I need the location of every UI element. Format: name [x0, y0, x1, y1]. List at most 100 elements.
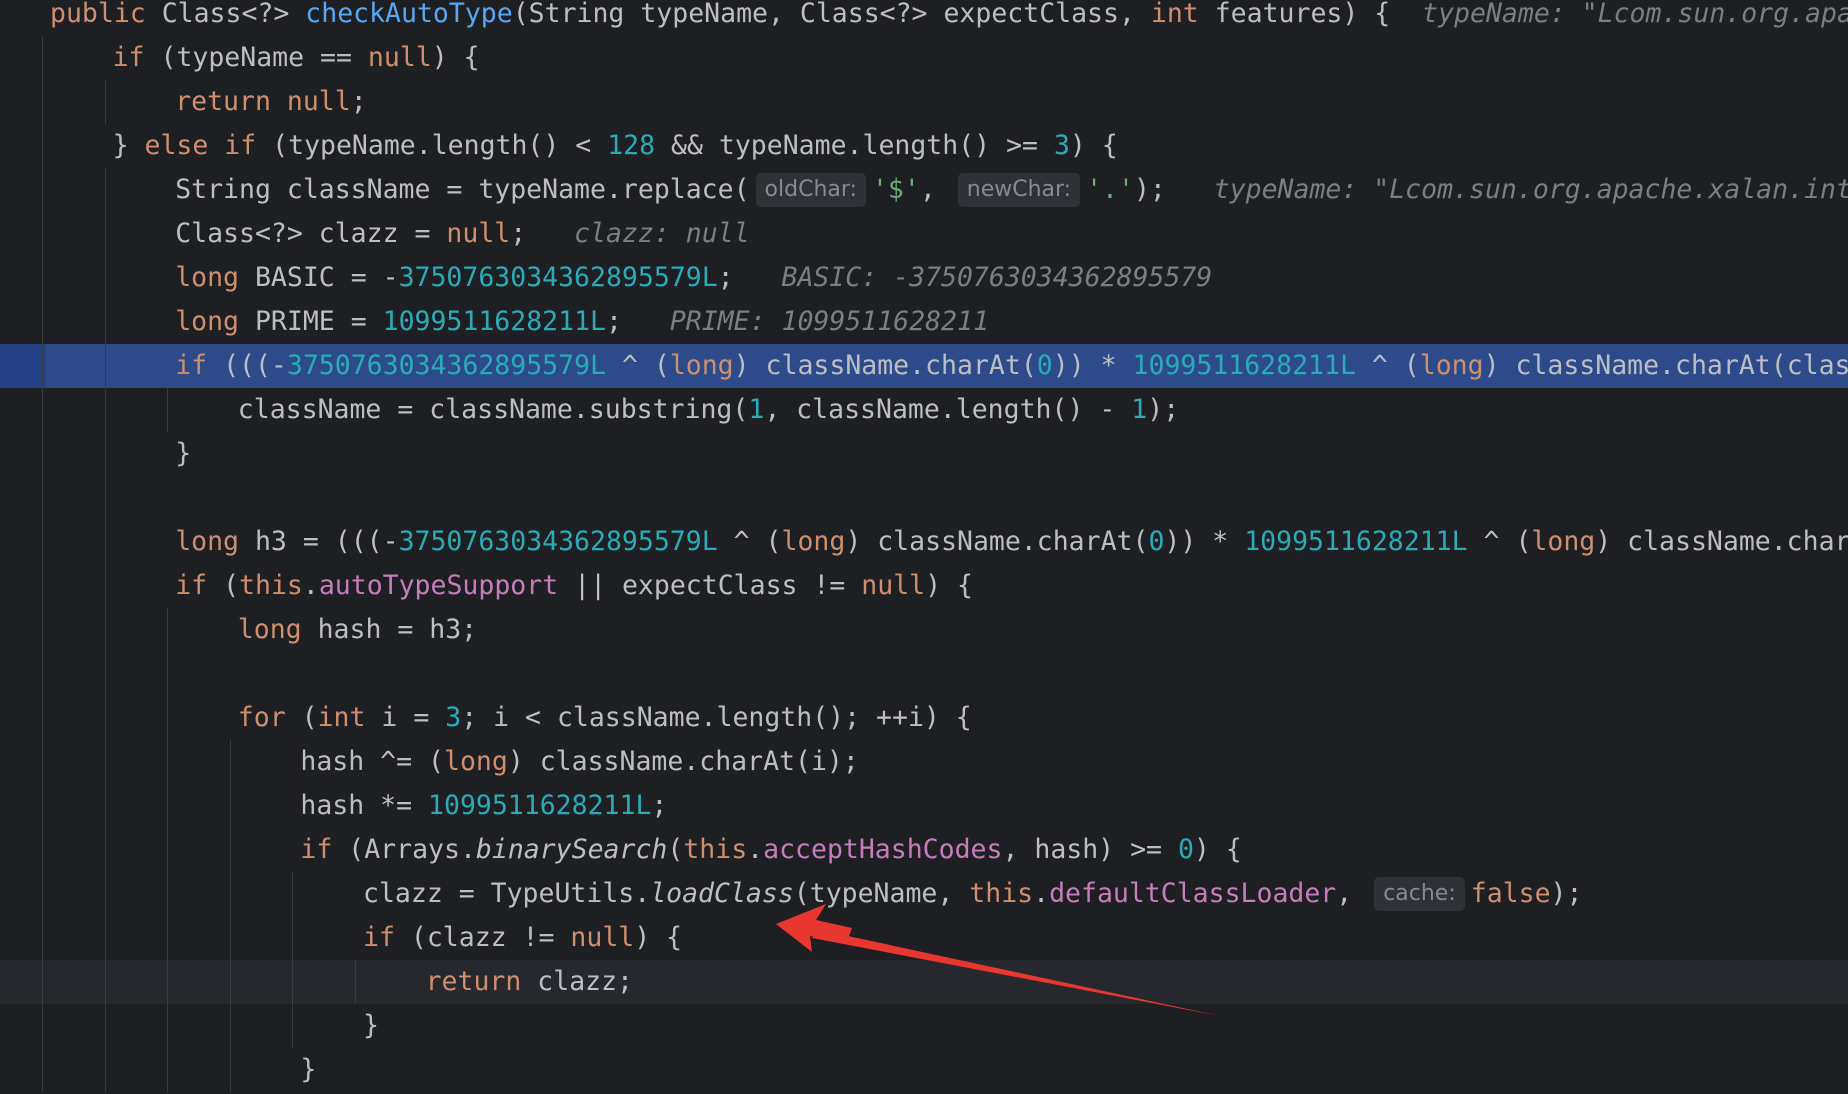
code-token: (typeName.length() < — [272, 130, 608, 161]
code-token: long — [175, 526, 255, 557]
code-text: } — [300, 1048, 316, 1092]
code-line[interactable]: public Class<?> checkAutoType(String typ… — [0, 0, 1848, 36]
code-token: , hash) >= — [1002, 834, 1178, 865]
code-token: if — [175, 350, 224, 381]
code-token: ) className.charAt(i); — [507, 746, 859, 777]
code-token: defaultClassLoader — [1049, 878, 1337, 909]
code-line[interactable]: clazz = TypeUtils.loadClass(typeName, th… — [0, 872, 1848, 916]
code-token: 1099511628211L — [1132, 350, 1356, 381]
code-token: Class<?> — [161, 0, 306, 29]
code-line[interactable]: } — [0, 1048, 1848, 1092]
code-token: hash *= — [300, 790, 429, 821]
code-token: checkAutoType — [305, 0, 513, 29]
code-line[interactable]: Class<?> clazz = null; clazz: null — [0, 212, 1848, 256]
parameter-name-hint: oldChar: — [755, 173, 866, 207]
code-token: ) { — [634, 922, 683, 953]
code-token: (clazz != — [410, 922, 571, 953]
code-token: } — [175, 438, 192, 469]
code-line[interactable]: if (Arrays.binarySearch(this.acceptHashC… — [0, 828, 1848, 872]
code-text: className = className.substring(1, class… — [238, 388, 1179, 432]
code-token: 1 — [1131, 394, 1148, 425]
code-text: long h3 = (((-3750763034362895579L ^ (lo… — [175, 520, 1848, 564]
code-token: if — [300, 834, 349, 865]
code-token: (typeName == — [160, 42, 368, 73]
code-text: long BASIC = -3750763034362895579L; BASI… — [175, 256, 1212, 300]
code-token: } — [300, 1054, 317, 1085]
code-line[interactable] — [0, 652, 1848, 696]
debug-inline-value: PRIME: 1099511628211 — [669, 306, 989, 337]
code-token: features) { — [1214, 0, 1423, 29]
code-token: long — [1531, 526, 1596, 557]
code-token: binarySearch — [475, 834, 668, 865]
code-line[interactable]: long hash = h3; — [0, 608, 1848, 652]
code-text: return null; — [175, 80, 366, 124]
code-token: long — [781, 526, 846, 557]
code-token: else if — [144, 130, 273, 161]
code-token: null — [446, 218, 511, 249]
code-text: hash ^= (long) className.charAt(i); — [300, 740, 858, 784]
code-text: clazz = TypeUtils.loadClass(typeName, th… — [363, 872, 1582, 916]
code-token: 1099511628211L — [428, 790, 652, 821]
code-line[interactable]: className = className.substring(1, class… — [0, 388, 1848, 432]
code-token: String className = typeName.replace( — [175, 174, 750, 205]
code-line[interactable]: hash ^= (long) className.charAt(i); — [0, 740, 1848, 784]
code-line[interactable]: return null; — [0, 80, 1848, 124]
code-token: 0 — [1148, 526, 1165, 557]
code-token: (typeName, — [793, 878, 970, 909]
debug-inline-value: typeName: "Lcom.sun.org.apach — [1422, 0, 1848, 29]
code-token: long — [669, 350, 734, 381]
code-text: return clazz; — [426, 960, 633, 1004]
code-text: hash *= 1099511628211L; — [300, 784, 667, 828]
code-line[interactable]: long PRIME = 1099511628211L; PRIME: 1099… — [0, 300, 1848, 344]
debug-inline-value: clazz: null — [574, 218, 750, 249]
code-text: if (((-3750763034362895579L ^ (long) cla… — [175, 344, 1848, 388]
code-text: if (typeName == null) { — [113, 36, 480, 80]
code-token: 3750763034362895579L — [286, 350, 606, 381]
indent-guide — [104, 168, 106, 1092]
code-token: (Arrays. — [348, 834, 476, 865]
code-token: } — [363, 1010, 379, 1041]
code-token: 128 — [607, 130, 656, 161]
code-token: null — [570, 922, 635, 953]
code-token: 0 — [1036, 350, 1053, 381]
code-token: ; — [510, 218, 575, 249]
code-line[interactable]: for (int i = 3; i < className.length(); … — [0, 696, 1848, 740]
code-line[interactable]: String className = typeName.replace(oldC… — [0, 168, 1848, 212]
execution-point-line[interactable]: if (((-3750763034362895579L ^ (long) cla… — [0, 344, 1848, 388]
code-token: int — [1150, 0, 1215, 29]
code-token: )) * — [1052, 350, 1133, 381]
code-token: ^ ( — [605, 350, 670, 381]
code-text: for (int i = 3; i < className.length(); … — [238, 696, 972, 740]
code-editor[interactable]: public Class<?> checkAutoType(String typ… — [0, 0, 1848, 1094]
indent-guide — [104, 80, 106, 124]
code-token: this — [683, 834, 748, 865]
code-token: 3 — [1053, 130, 1070, 161]
code-token: BASIC = - — [254, 262, 399, 293]
code-token: hash = h3; — [317, 614, 478, 645]
code-line[interactable]: } — [0, 1004, 1848, 1048]
code-line[interactable]: long h3 = (((-3750763034362895579L ^ (lo… — [0, 520, 1848, 564]
code-line[interactable]: } — [0, 432, 1848, 476]
code-token: public — [50, 0, 162, 29]
code-token: ) className.charAt(classN — [1483, 350, 1848, 381]
current-line[interactable]: return clazz; — [0, 960, 1848, 1004]
code-token: ) className.charAt — [1595, 526, 1848, 557]
code-token: if — [363, 922, 411, 953]
code-line[interactable]: if (this.autoTypeSupport || expectClass … — [0, 564, 1848, 608]
code-token: this — [239, 570, 303, 601]
code-line[interactable]: long BASIC = -3750763034362895579L; BASI… — [0, 256, 1848, 300]
code-line[interactable] — [0, 476, 1848, 520]
code-line[interactable]: if (typeName == null) { — [0, 36, 1848, 80]
code-token: null — [861, 570, 926, 601]
code-line[interactable]: } else if (typeName.length() < 128 && ty… — [0, 124, 1848, 168]
code-line[interactable]: hash *= 1099511628211L; — [0, 784, 1848, 828]
code-token: ; — [350, 86, 367, 117]
code-text: Class<?> clazz = null; clazz: null — [175, 212, 749, 256]
code-token: long — [237, 614, 318, 645]
code-token: ; — [717, 262, 782, 293]
code-text: public Class<?> checkAutoType(String typ… — [50, 0, 1848, 36]
parameter-name-hint: newChar: — [957, 173, 1081, 207]
indent-guide — [167, 608, 169, 1092]
code-token: 1 — [748, 394, 765, 425]
code-line[interactable]: if (clazz != null) { — [0, 916, 1848, 960]
